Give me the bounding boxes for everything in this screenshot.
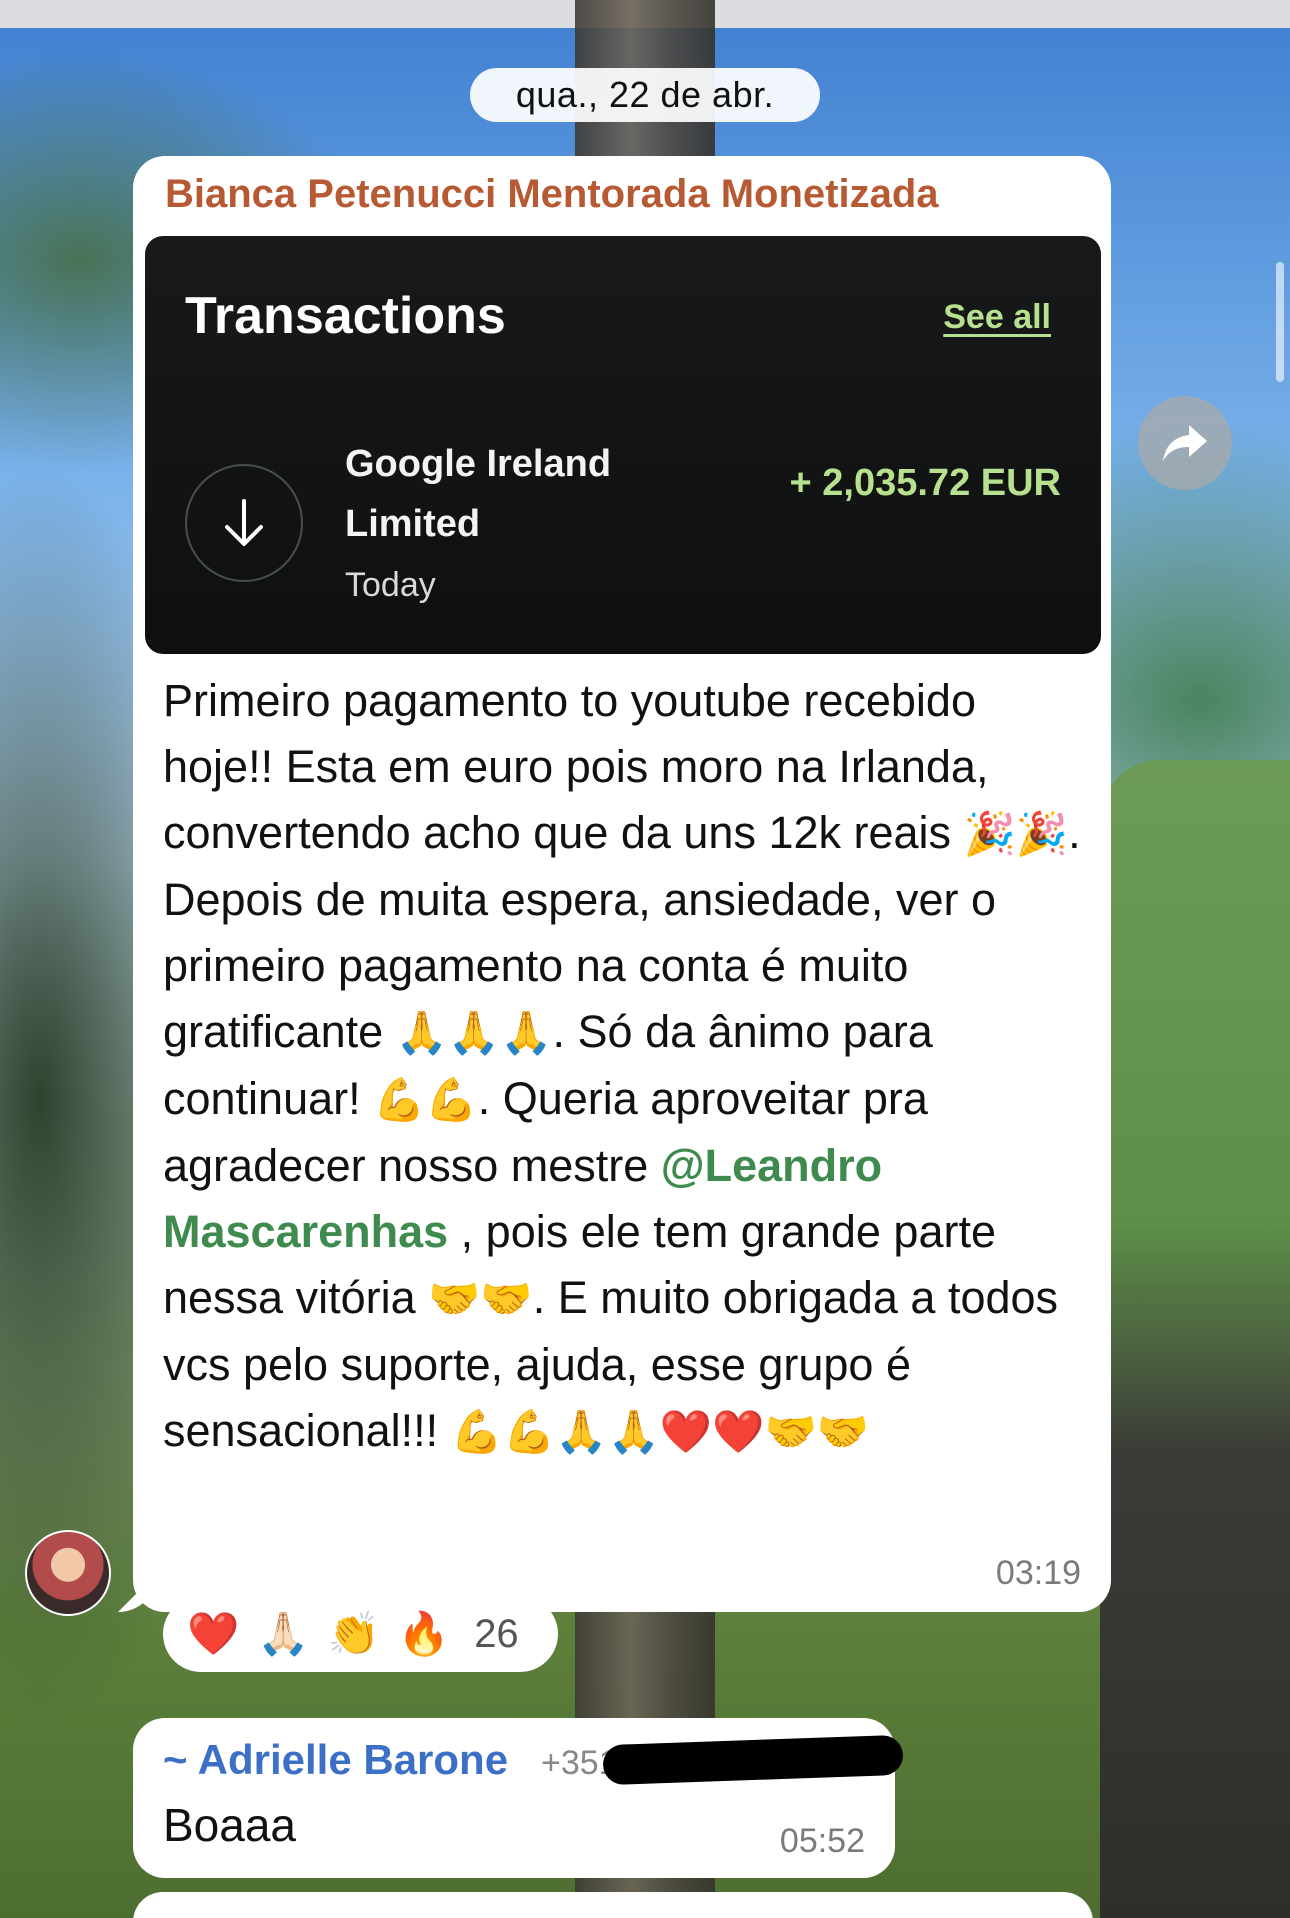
date-separator: qua., 22 de abr. <box>470 68 820 122</box>
transaction-name: Google Ireland Limited <box>345 443 612 545</box>
background-person <box>1100 760 1290 1918</box>
reaction-fire[interactable]: 🔥 <box>398 1610 450 1659</box>
text-part: Primeiro pagamento to youtube recebido h… <box>163 675 989 858</box>
transaction-amount: + 2,035.72 EUR <box>789 462 1061 504</box>
see-all-link: See all <box>943 298 1051 336</box>
sender-name[interactable]: Bianca Petenucci Mentorada Monetizada <box>165 172 939 217</box>
arrow-down-icon <box>185 464 303 582</box>
message-bubble-partial[interactable] <box>133 1892 1093 1918</box>
message-text: Boaaa <box>163 1799 297 1851</box>
transaction-date: Today <box>345 566 436 604</box>
message-time: 05:52 <box>779 1822 865 1860</box>
message-bubble[interactable]: ~ Adrielle Barone +351 ··· ··· 145 Boaaa… <box>133 1718 904 1878</box>
redaction-mark <box>602 1734 904 1786</box>
closing-emojis: 💪💪🙏🙏❤️❤️🤝🤝 <box>450 1408 870 1455</box>
avatar[interactable] <box>25 1530 111 1616</box>
reactions-bar[interactable]: ❤️ 🙏🏻 👏 🔥 26 <box>163 1596 558 1672</box>
pray-emoji: 🙏🙏🙏 <box>395 1009 553 1056</box>
scroll-indicator[interactable] <box>1276 262 1284 382</box>
card-title: Transactions <box>185 287 506 345</box>
transaction-card-image[interactable]: Transactions See all Google Ireland Limi… <box>145 236 1101 654</box>
party-emoji: 🎉🎉 <box>963 810 1069 857</box>
chat-screen: qua., 22 de abr. Bianca Petenucci Mentor… <box>0 0 1290 1918</box>
reaction-pray[interactable]: 🙏🏻 <box>257 1610 309 1659</box>
message-text: Primeiro pagamento to youtube recebido h… <box>163 668 1088 1465</box>
message-time: 03:19 <box>995 1554 1081 1592</box>
message-bubble[interactable]: Bianca Petenucci Mentorada Monetizada Tr… <box>133 156 1111 1612</box>
forward-button[interactable] <box>1138 396 1232 490</box>
forward-arrow-icon <box>1163 425 1207 461</box>
handshake-emoji: 🤝🤝 <box>428 1275 533 1322</box>
reaction-count: 26 <box>474 1611 519 1656</box>
reaction-heart[interactable]: ❤️ <box>187 1610 239 1659</box>
reaction-clap[interactable]: 👏 <box>328 1610 380 1659</box>
sender-name[interactable]: ~ Adrielle Barone <box>163 1736 508 1784</box>
muscle-emoji: 💪💪 <box>373 1076 478 1123</box>
